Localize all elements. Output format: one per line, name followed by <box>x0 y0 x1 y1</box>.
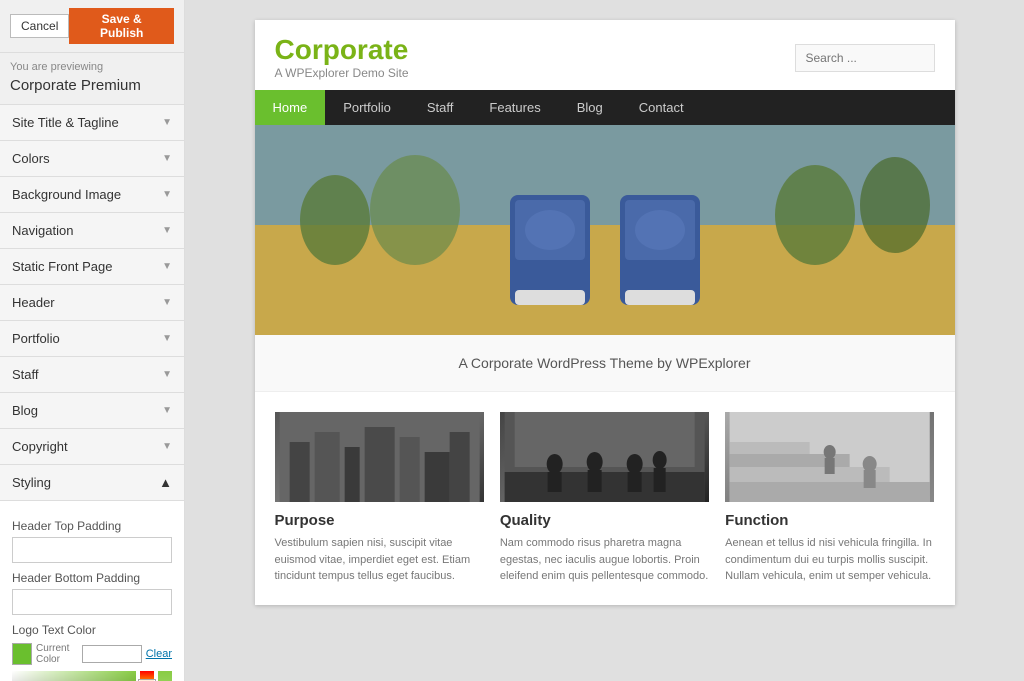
site-branding: Corporate A WPExplorer Demo Site <box>275 36 409 80</box>
header-top-padding-label: Header Top Padding <box>12 519 172 533</box>
menu-item-blog[interactable]: Blog ▼ <box>0 393 184 429</box>
three-columns: Purpose Vestibulum sapien nisi, suscipit… <box>255 392 955 605</box>
preview-label: You are previewing <box>0 53 184 75</box>
col-text-function: Aenean et tellus id nisi vehicula fringi… <box>725 535 934 585</box>
styling-header[interactable]: Styling ▲ <box>0 465 184 501</box>
menu-item-static-front[interactable]: Static Front Page ▼ <box>0 249 184 285</box>
col-image-purpose <box>275 412 484 502</box>
menu-item-portfolio[interactable]: Portfolio ▼ <box>0 321 184 357</box>
column-function: Function Aenean et tellus id nisi vehicu… <box>725 412 934 585</box>
chevron-right-icon: ▼ <box>162 153 172 164</box>
tagline-strip: A Corporate WordPress Theme by WPExplore… <box>255 335 955 392</box>
col-image-function <box>725 412 934 502</box>
hero-svg <box>255 125 955 335</box>
styling-content: Header Top Padding Header Bottom Padding… <box>0 501 184 681</box>
site-header: Corporate A WPExplorer Demo Site <box>255 20 955 90</box>
city-image <box>275 412 484 502</box>
cancel-button[interactable]: Cancel <box>10 14 69 38</box>
customizer-panel: Cancel Save & Publish You are previewing… <box>0 0 185 681</box>
nav-item-portfolio[interactable]: Portfolio <box>325 90 409 125</box>
col-title-quality: Quality <box>500 512 709 529</box>
alpha-svg <box>158 671 172 681</box>
office-image <box>500 412 709 502</box>
color-hex-input[interactable]: #81d742 <box>82 645 142 663</box>
chevron-right-icon: ▼ <box>162 333 172 344</box>
header-bottom-padding-input[interactable] <box>12 589 172 615</box>
header-top-padding-input[interactable] <box>12 537 172 563</box>
site-title: Corporate <box>275 36 409 64</box>
nav-item-staff[interactable]: Staff <box>409 90 472 125</box>
chevron-right-icon: ▼ <box>162 117 172 128</box>
column-purpose: Purpose Vestibulum sapien nisi, suscipit… <box>275 412 484 585</box>
chevron-right-icon: ▼ <box>162 261 172 272</box>
chevron-right-icon: ▼ <box>162 405 172 416</box>
menu-item-background[interactable]: Background Image ▼ <box>0 177 184 213</box>
col-title-purpose: Purpose <box>275 512 484 529</box>
menu-item-header[interactable]: Header ▼ <box>0 285 184 321</box>
stairs-image <box>725 412 934 502</box>
col-text-quality: Nam commodo risus pharetra magna egestas… <box>500 535 709 585</box>
alpha-slider[interactable] <box>158 671 172 681</box>
logo-text-color-label: Logo Text Color <box>12 623 172 637</box>
nav-item-contact[interactable]: Contact <box>621 90 702 125</box>
site-tagline: A WPExplorer Demo Site <box>275 66 409 80</box>
hero-image: ◀ ▶ <box>255 125 955 335</box>
menu-item-colors[interactable]: Colors ▼ <box>0 141 184 177</box>
chevron-right-icon: ▼ <box>162 441 172 452</box>
top-bar: Cancel Save & Publish <box>0 0 184 53</box>
theme-name: Corporate Premium <box>0 75 184 105</box>
nav-item-home[interactable]: Home <box>255 90 326 125</box>
current-color-swatch[interactable] <box>12 643 32 665</box>
save-publish-button[interactable]: Save & Publish <box>69 8 174 44</box>
styling-section: Styling ▲ Header Top Padding Header Bott… <box>0 465 184 681</box>
col-title-function: Function <box>725 512 934 529</box>
chevron-right-icon: ▼ <box>162 225 172 236</box>
col-text-purpose: Vestibulum sapien nisi, suscipit vitae e… <box>275 535 484 585</box>
header-bottom-padding-label: Header Bottom Padding <box>12 571 172 585</box>
color-gradient-area[interactable] <box>12 671 136 681</box>
menu-item-staff[interactable]: Staff ▼ <box>0 357 184 393</box>
menu-item-site-title[interactable]: Site Title & Tagline ▼ <box>0 105 184 141</box>
nav-item-blog[interactable]: Blog <box>559 90 621 125</box>
chevron-up-icon: ▲ <box>159 475 172 490</box>
menu-item-copyright[interactable]: Copyright ▼ <box>0 429 184 465</box>
chevron-right-icon: ▼ <box>162 369 172 380</box>
site-navigation: Home Portfolio Staff Features Blog Conta… <box>255 90 955 125</box>
preview-panel: Corporate A WPExplorer Demo Site Home Po… <box>185 0 1024 681</box>
color-picker-widget <box>12 671 172 681</box>
chevron-right-icon: ▼ <box>162 189 172 200</box>
col-image-quality <box>500 412 709 502</box>
chevron-right-icon: ▼ <box>162 297 172 308</box>
gradient-svg <box>12 671 136 681</box>
menu-item-navigation[interactable]: Navigation ▼ <box>0 213 184 249</box>
search-input[interactable] <box>795 44 935 72</box>
site-preview: Corporate A WPExplorer Demo Site Home Po… <box>255 20 955 605</box>
logo-color-row: Current Color #81d742 Clear <box>12 643 172 665</box>
nav-item-features[interactable]: Features <box>471 90 558 125</box>
clear-color-button[interactable]: Clear <box>146 648 172 660</box>
hue-slider[interactable] <box>140 671 154 681</box>
column-quality: Quality Nam commodo risus pharetra magna… <box>500 412 709 585</box>
